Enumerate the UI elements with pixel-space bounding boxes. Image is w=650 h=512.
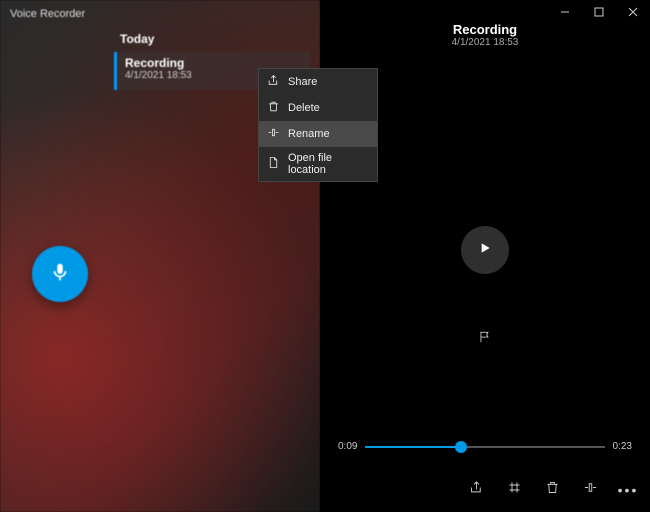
seek-bar-row: 0:09 0:23 [338,441,632,452]
group-header-today: Today [0,28,320,52]
detail-title: Recording [320,22,650,37]
play-icon [477,240,493,261]
ctx-open-location-label: Open file location [288,152,369,176]
ctx-open-location[interactable]: Open file location [259,147,377,181]
app-title: Voice Recorder [10,8,85,20]
microphone-icon [49,261,71,288]
share-icon [267,74,280,90]
context-menu: Share Delete Rename Open file location [258,68,378,182]
marker-button[interactable] [478,330,492,349]
rename-icon [267,126,280,142]
trim-icon [507,480,522,500]
rename-icon [583,480,598,500]
detail-date: 4/1/2021 18:53 [320,37,650,48]
trash-icon [545,480,560,500]
minimize-button[interactable] [548,0,582,24]
ctx-rename[interactable]: Rename [259,121,377,147]
app-root: Voice Recorder Today Recording 4/1/2021 … [0,0,650,512]
trash-icon [267,100,280,116]
ctx-share[interactable]: Share [259,69,377,95]
file-icon [267,156,280,172]
seek-progress [365,446,461,448]
maximize-button[interactable] [582,0,616,24]
detail-header: Recording 4/1/2021 18:53 [320,22,650,48]
toolbar: ••• [468,482,636,498]
time-total: 0:23 [613,441,632,452]
flag-icon [478,331,492,348]
tool-rename-button[interactable] [582,482,598,498]
titlebar: Voice Recorder [0,0,320,28]
ctx-share-label: Share [288,76,317,88]
share-icon [469,480,484,500]
tool-delete-button[interactable] [544,482,560,498]
seek-thumb[interactable] [455,441,467,453]
record-button[interactable] [32,246,88,302]
seek-track[interactable] [365,446,604,448]
tool-share-button[interactable] [468,482,484,498]
ctx-rename-label: Rename [288,128,330,140]
close-button[interactable] [616,0,650,24]
more-icon: ••• [618,482,639,498]
tool-trim-button[interactable] [506,482,522,498]
window-controls [548,0,650,24]
time-current: 0:09 [338,441,357,452]
tool-more-button[interactable]: ••• [620,482,636,498]
play-button[interactable] [461,226,509,274]
ctx-delete-label: Delete [288,102,320,114]
ctx-delete[interactable]: Delete [259,95,377,121]
